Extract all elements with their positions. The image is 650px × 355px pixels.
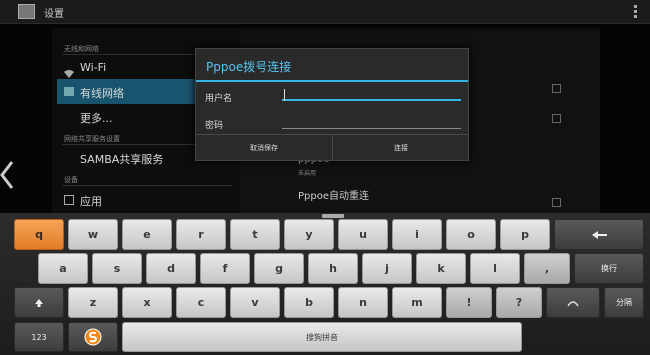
key-g[interactable]: g [254, 253, 304, 284]
shift-key[interactable] [14, 287, 64, 318]
pppoe-dialog: Pppoe拨号连接 用户名 密码 取消保存 连接 [195, 48, 469, 161]
key-b[interactable]: b [284, 287, 334, 318]
sidebar-item-wifi[interactable]: Wi-Fi [80, 61, 106, 74]
key-f[interactable]: f [200, 253, 250, 284]
key-o[interactable]: o [446, 219, 496, 250]
section-header-device: 设备 [64, 176, 78, 184]
key-t[interactable]: t [230, 219, 280, 250]
sidebar-item-wired-label: 有线网络 [80, 87, 124, 100]
overflow-menu-icon[interactable] [632, 4, 638, 20]
username-field[interactable] [282, 91, 461, 101]
key-comma[interactable]: , [524, 253, 570, 284]
numbers-key[interactable]: 123 [14, 322, 64, 352]
back-arrow-icon[interactable] [0, 160, 14, 190]
key-l[interactable]: l [470, 253, 520, 284]
apps-icon [64, 195, 74, 205]
split-key[interactable]: 分隔 [604, 287, 644, 318]
checkbox[interactable] [552, 198, 561, 207]
backspace-key[interactable] [554, 219, 644, 250]
key-e[interactable]: e [122, 219, 172, 250]
checkbox[interactable] [552, 114, 561, 123]
sogou-key[interactable] [68, 322, 118, 352]
section-header-network: 无线和网络 [64, 45, 99, 53]
key-a[interactable]: a [38, 253, 88, 284]
pppoe-status: 未启用 [298, 170, 317, 177]
key-h[interactable]: h [308, 253, 358, 284]
sidebar-item-samba[interactable]: SAMBA共享服务 [80, 151, 163, 167]
key-exclamation[interactable]: ! [446, 287, 492, 318]
connect-button[interactable]: 连接 [333, 135, 469, 161]
emoji-key[interactable] [546, 287, 600, 318]
pppoe-auto-reconnect[interactable]: Pppoe自动重连 [298, 187, 369, 202]
space-key[interactable]: 搜狗拼音 [122, 322, 522, 352]
key-z[interactable]: z [68, 287, 118, 318]
key-i[interactable]: i [392, 219, 442, 250]
enter-key[interactable]: 换行 [574, 253, 644, 284]
password-label: 密码 [205, 121, 224, 131]
password-field[interactable] [282, 119, 461, 129]
username-label: 用户名 [205, 94, 233, 104]
key-v[interactable]: v [230, 287, 280, 318]
key-s[interactable]: s [92, 253, 142, 284]
key-c[interactable]: c [176, 287, 226, 318]
text-cursor [284, 89, 285, 101]
cancel-save-button[interactable]: 取消保存 [196, 135, 332, 161]
key-m[interactable]: m [392, 287, 442, 318]
keyboard-hide-icon[interactable] [322, 214, 344, 218]
backspace-icon [592, 230, 607, 239]
dialog-title: Pppoe拨号连接 [206, 60, 292, 74]
settings-app-icon[interactable] [18, 4, 35, 19]
sidebar-item-more[interactable]: 更多... [80, 110, 113, 126]
key-q[interactable]: q [14, 219, 64, 250]
app-title: 设置 [44, 9, 64, 20]
action-bar [0, 0, 650, 24]
key-p[interactable]: p [500, 219, 550, 250]
key-x[interactable]: x [122, 287, 172, 318]
wifi-icon [64, 63, 74, 78]
key-r[interactable]: r [176, 219, 226, 250]
key-j[interactable]: j [362, 253, 412, 284]
section-divider [62, 185, 232, 186]
section-header-share: 网络共享服务设置 [64, 135, 120, 143]
face-icon [567, 300, 579, 306]
sogou-logo-icon [84, 328, 102, 346]
dialog-title-divider [196, 80, 468, 82]
key-y[interactable]: y [284, 219, 334, 250]
key-d[interactable]: d [146, 253, 196, 284]
key-question[interactable]: ? [496, 287, 542, 318]
shift-icon [35, 298, 43, 307]
key-w[interactable]: w [68, 219, 118, 250]
key-k[interactable]: k [416, 253, 466, 284]
key-u[interactable]: u [338, 219, 388, 250]
sidebar-item-apps[interactable]: 应用 [80, 193, 102, 209]
wired-network-icon [64, 87, 74, 96]
key-n[interactable]: n [338, 287, 388, 318]
checkbox[interactable] [552, 84, 561, 93]
